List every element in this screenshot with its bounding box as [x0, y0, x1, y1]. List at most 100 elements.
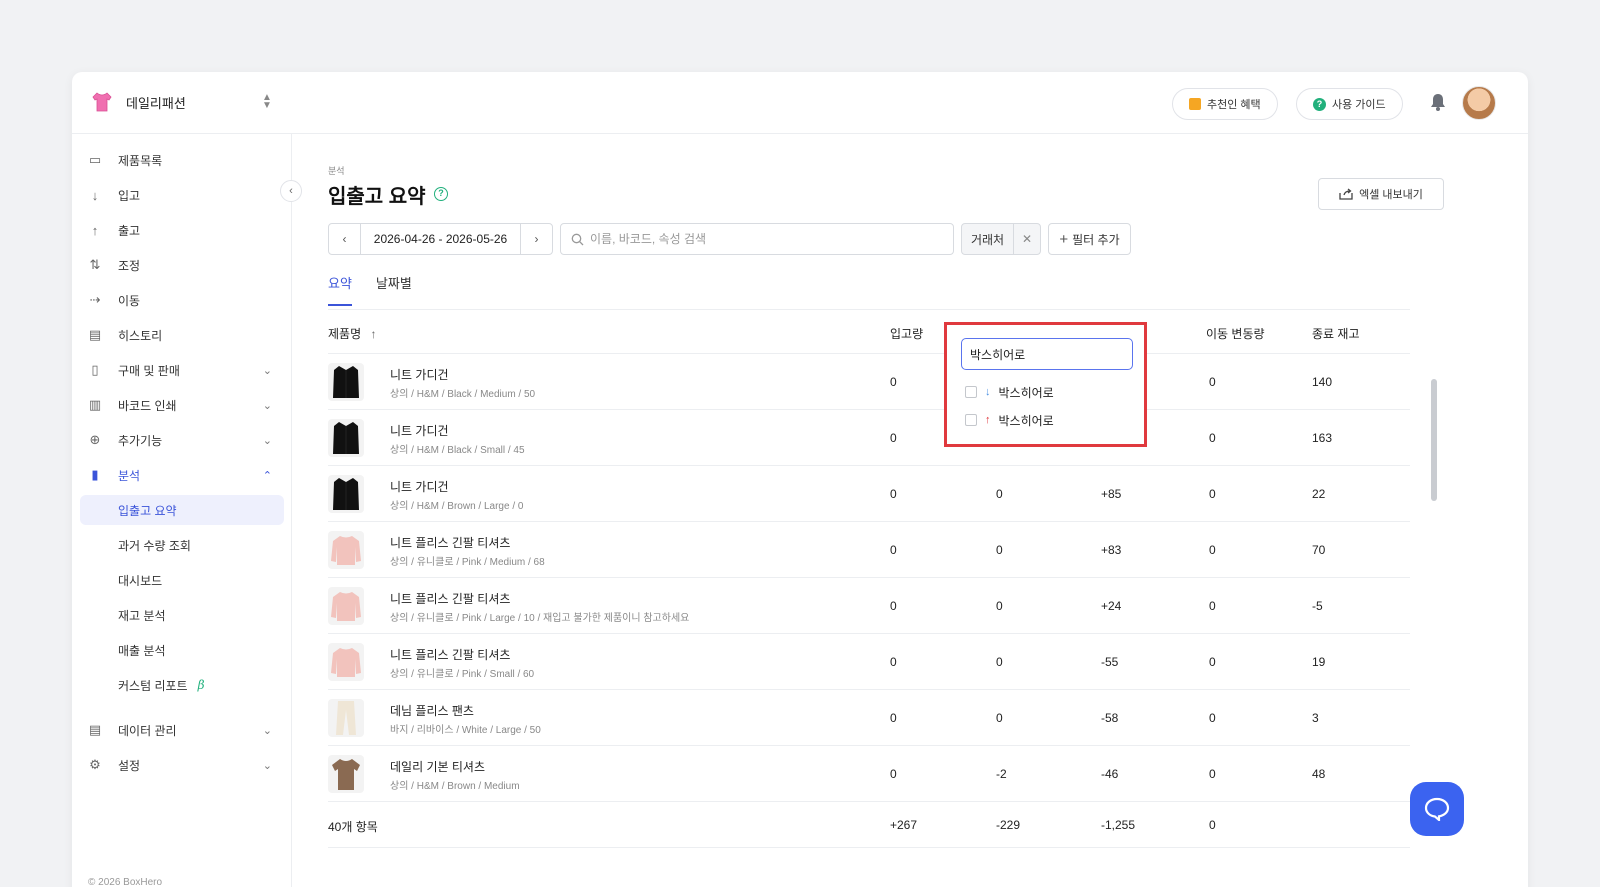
sidebar-subitem-io-summary[interactable]: 입출고 요약: [80, 495, 284, 525]
vendor-option-in[interactable]: ↓ 박스히어로: [965, 382, 1054, 402]
header-move[interactable]: 이동 변동량: [1206, 325, 1265, 342]
cell-end-stock: 22: [1312, 487, 1326, 501]
cell-end-stock: 140: [1312, 375, 1333, 389]
product-name: 니트 가디건: [390, 480, 449, 494]
date-next-button[interactable]: ›: [520, 224, 552, 254]
sidebar-item-addons[interactable]: ⊕ 추가기능 ⌄: [88, 425, 284, 455]
sidebar-item-products[interactable]: ▭ 제품목록: [88, 145, 284, 175]
table-row[interactable]: 니트 플리스 긴팔 티셔츠 상의 / 유니클로 / Pink / Medium /…: [328, 522, 1410, 578]
cell-end-stock: 48: [1312, 767, 1326, 781]
product-name: 니트 가디건: [390, 424, 449, 438]
sidebar-item-move[interactable]: ⇢ 이동: [88, 285, 284, 315]
sidebar-item-analysis[interactable]: ▮ 분석 ⌃: [88, 460, 284, 490]
beta-badge: β: [197, 678, 205, 692]
total-in: +267: [890, 818, 918, 832]
product-attributes: 상의 / H&M / Brown / Large / 0: [390, 501, 524, 512]
cell-out: 0: [996, 655, 1003, 669]
product-thumbnail: [328, 363, 364, 401]
guide-label: 사용 가이드: [1332, 99, 1386, 111]
table-row[interactable]: 니트 플리스 긴팔 티셔츠 상의 / 유니클로 / Pink / Small / …: [328, 634, 1410, 690]
sidebar-subitem-custom-report[interactable]: 커스텀 리포트 β: [80, 670, 284, 700]
total-adjust: -1,255: [1101, 818, 1136, 832]
checkbox[interactable]: [965, 414, 977, 426]
copyright: © 2026 BoxHero: [88, 877, 163, 887]
brand[interactable]: 데일리패션: [90, 90, 186, 114]
sidebar-subitem-stock-analysis[interactable]: 재고 분석: [80, 600, 284, 630]
sidebar-item-label: 제품목록: [118, 153, 163, 168]
sidebar-item-barcode[interactable]: ▥ 바코드 인쇄 ⌄: [88, 390, 284, 420]
sidebar-item-label: 데이터 관리: [118, 723, 177, 738]
tab-by-date[interactable]: 날짜별: [376, 273, 412, 306]
product-thumbnail: [328, 755, 364, 793]
sidebar-item-label: 추가기능: [118, 433, 163, 448]
barcode-icon: ▥: [88, 397, 102, 412]
date-range-text[interactable]: 2026-04-26 - 2026-05-26: [361, 224, 520, 254]
sidebar-item-history[interactable]: ▤ 히스토리: [88, 320, 284, 350]
header-product-name[interactable]: 제품명 ↑: [328, 325, 376, 342]
tab-summary[interactable]: 요약: [328, 273, 352, 306]
filter-chip-label[interactable]: 거래처: [962, 224, 1014, 254]
date-prev-button[interactable]: ‹: [329, 224, 361, 254]
avatar[interactable]: [1462, 86, 1496, 120]
sidebar-item-settings[interactable]: ⚙ 설정 ⌄: [88, 750, 284, 780]
workspace-switch-icon[interactable]: ▲ ▼: [262, 93, 272, 111]
bell-icon[interactable]: [1428, 92, 1448, 112]
checkbox[interactable]: [965, 386, 977, 398]
table-row[interactable]: 니트 가디건 상의 / H&M / Brown / Large / 0 0 0 +85 0…: [328, 466, 1410, 522]
sidebar-item-stock-out[interactable]: ↑ 출고: [88, 215, 284, 245]
vendor-search-input[interactable]: [961, 338, 1133, 370]
chevron-up-icon: ⌃: [262, 469, 272, 482]
filter-chip-vendor[interactable]: 거래처 ✕: [961, 223, 1041, 255]
move-icon: ⇢: [89, 292, 101, 307]
cell-in: 0: [890, 431, 897, 445]
sidebar-subitem-dashboard[interactable]: 대시보드: [80, 565, 284, 595]
total-out: -229: [996, 818, 1021, 832]
vendor-option-out[interactable]: ↑ 박스히어로: [965, 410, 1054, 430]
cell-end-stock: -5: [1312, 599, 1323, 613]
sidebar-item-label: 조정: [118, 258, 141, 273]
sidebar-collapse-button[interactable]: ‹: [280, 180, 302, 202]
cell-in: 0: [890, 767, 897, 781]
header-in[interactable]: 입고량: [890, 325, 923, 342]
sidebar-item-purchase-sales[interactable]: ▯ 구매 및 판매 ⌄: [88, 355, 284, 385]
table-row[interactable]: 니트 가디건상의 / H&M / Black / Small / 450-4+1…: [328, 410, 1410, 466]
cell-in: 0: [890, 543, 897, 557]
export-excel-button[interactable]: 엑셀 내보내기: [1318, 178, 1444, 210]
sidebar-item-adjust[interactable]: ⇅ 조정: [88, 250, 284, 280]
product-attributes: 상의 / H&M / Brown / Medium: [390, 781, 520, 792]
table-row[interactable]: 데님 플리스 팬츠 바지 / 리바이스 / White / Large / 50 0…: [328, 690, 1410, 746]
product-attributes: 상의 / 유니클로 / Pink / Small / 60: [390, 669, 535, 680]
sidebar-subitem-sales-analysis[interactable]: 매출 분석: [80, 635, 284, 665]
sidebar-item-stock-in[interactable]: ↓ 입고: [88, 180, 284, 210]
header-end-stock[interactable]: 종료 재고: [1312, 325, 1360, 342]
cell-adjust: +24: [1101, 599, 1122, 613]
close-icon[interactable]: ✕: [1014, 224, 1040, 254]
help-icon[interactable]: ?: [434, 187, 448, 201]
chevron-down-icon: ⌄: [262, 724, 272, 737]
cell-in: 0: [890, 655, 897, 669]
arrow-down-icon: ↓: [985, 386, 991, 398]
chevron-left-icon: ‹: [289, 185, 293, 197]
export-label: 엑셀 내보내기: [1359, 189, 1423, 201]
cell-move: 0: [1209, 375, 1216, 389]
add-filter-button[interactable]: + 필터 추가: [1048, 223, 1131, 255]
table-scrollbar[interactable]: [1431, 379, 1437, 501]
cell-out: 0: [996, 599, 1003, 613]
referral-button[interactable]: 추천인 혜택: [1172, 88, 1278, 120]
page-title: 입출고 요약: [328, 186, 426, 208]
table-row[interactable]: 데일리 기본 티셔츠 상의 / H&M / Brown / Medium 0 -2 -4…: [328, 746, 1410, 802]
cell-adjust: -58: [1101, 711, 1119, 725]
breadcrumb[interactable]: 분석: [328, 164, 345, 177]
sidebar-subitem-past-quantity[interactable]: 과거 수량 조회: [80, 530, 284, 560]
gear-icon: ⚙: [89, 757, 101, 772]
chat-support-button[interactable]: [1410, 782, 1464, 836]
app-window: 데일리패션 ▲ ▼ 추천인 혜택 ? 사용 가이드 ▭ 제품목록 ↓ 입고 ↑ 출…: [72, 72, 1528, 887]
search-input[interactable]: [590, 232, 930, 246]
sidebar-item-data-management[interactable]: ▤ 데이터 관리 ⌄: [88, 715, 284, 745]
table-row[interactable]: 니트 플리스 긴팔 티셔츠 상의 / 유니클로 / Pink / Large / …: [328, 578, 1410, 634]
cell-end-stock: 3: [1312, 711, 1319, 725]
guide-button[interactable]: ? 사용 가이드: [1296, 88, 1403, 120]
arrow-down-icon: ↓: [91, 187, 99, 203]
main-content: 분석 입출고 요약 ? 엑셀 내보내기 ‹ 2026-04-26 - 2026-…: [292, 134, 1528, 887]
table-row[interactable]: 니트 가디건상의 / H&M / Black / Medium / 5000+1…: [328, 354, 1410, 410]
